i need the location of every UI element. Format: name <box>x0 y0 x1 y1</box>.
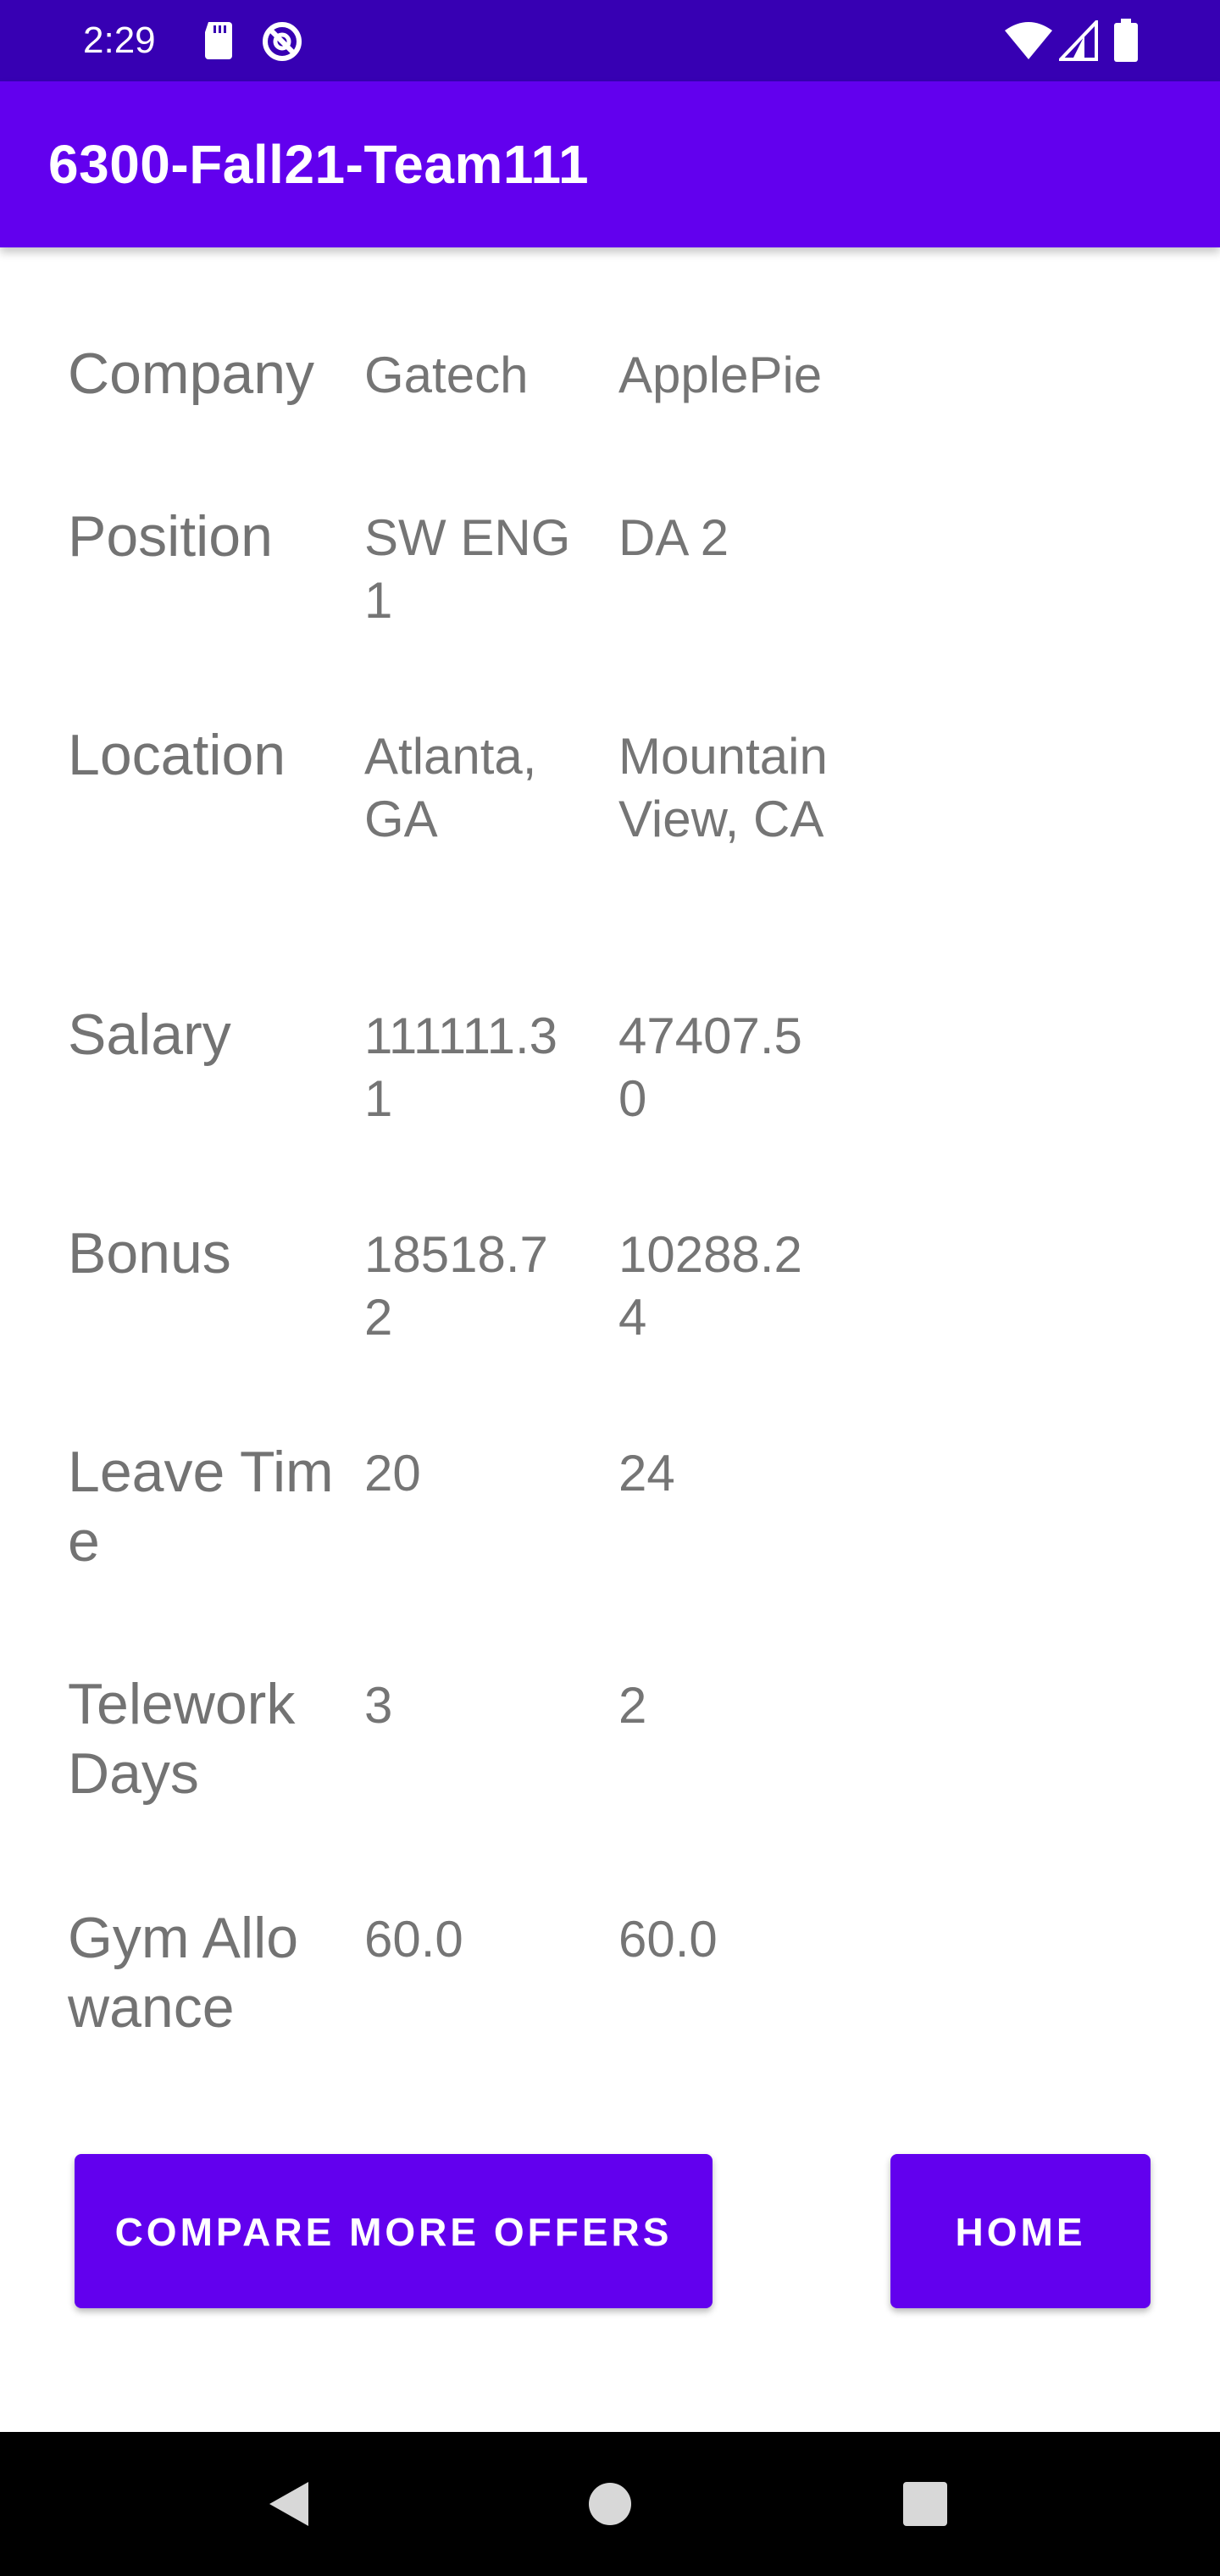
row-label: Gym Allowance <box>68 1906 299 2040</box>
offer2-value: 2 <box>618 1677 647 1734</box>
home-button[interactable]: HOME <box>890 2154 1151 2308</box>
offer1-value: 60.0 <box>364 1911 463 1968</box>
offer1-value: 111111.31 <box>364 1008 557 1127</box>
offer2-value: 47407.50 <box>618 1008 802 1127</box>
row-label: Salary <box>68 1002 231 1067</box>
app-title: 6300-Fall21-Team111 <box>48 134 590 195</box>
offer1-value: Gatech <box>364 347 529 403</box>
recents-icon <box>903 2482 947 2526</box>
row-label: Location <box>68 723 286 787</box>
sd-card-icon <box>202 20 236 61</box>
do-not-disturb-icon <box>261 20 303 61</box>
back-button[interactable] <box>230 2432 349 2576</box>
offer2-value: DA 2 <box>618 509 729 566</box>
system-nav-bar <box>0 2432 1220 2576</box>
offer1-value: 18518.72 <box>364 1226 548 1346</box>
recents-button[interactable] <box>866 2432 984 2576</box>
status-time: 2:29 <box>83 19 156 61</box>
offer2-value: Mountain View, CA <box>618 728 828 847</box>
offer1-value: 20 <box>364 1445 421 1502</box>
battery-icon <box>1113 19 1139 62</box>
offer1-value: Atlanta, GA <box>364 728 537 847</box>
home-icon <box>589 2483 631 2525</box>
row-label: Telework Days <box>68 1672 296 1806</box>
row-label: Company <box>68 341 315 406</box>
offer2-value: 24 <box>618 1445 675 1502</box>
offer2-value: 60.0 <box>618 1911 718 1968</box>
offer1-value: SW ENG 1 <box>364 509 571 629</box>
app-bar: 6300-Fall21-Team111 <box>0 81 1220 247</box>
signal-icon <box>1056 18 1098 61</box>
wifi-icon <box>1005 22 1052 63</box>
offer2-value: ApplePie <box>618 347 823 403</box>
status-bar: 2:29 <box>0 0 1220 81</box>
compare-more-offers-button[interactable]: COMPARE MORE OFFERS <box>75 2154 713 2308</box>
row-label: Leave Time <box>68 1440 334 1574</box>
offer1-value: 3 <box>364 1677 393 1734</box>
home-nav-button[interactable] <box>551 2432 669 2576</box>
row-label: Position <box>68 504 273 569</box>
back-icon <box>269 2482 308 2526</box>
row-label: Bonus <box>68 1221 231 1285</box>
offer2-value: 10288.24 <box>618 1226 802 1346</box>
